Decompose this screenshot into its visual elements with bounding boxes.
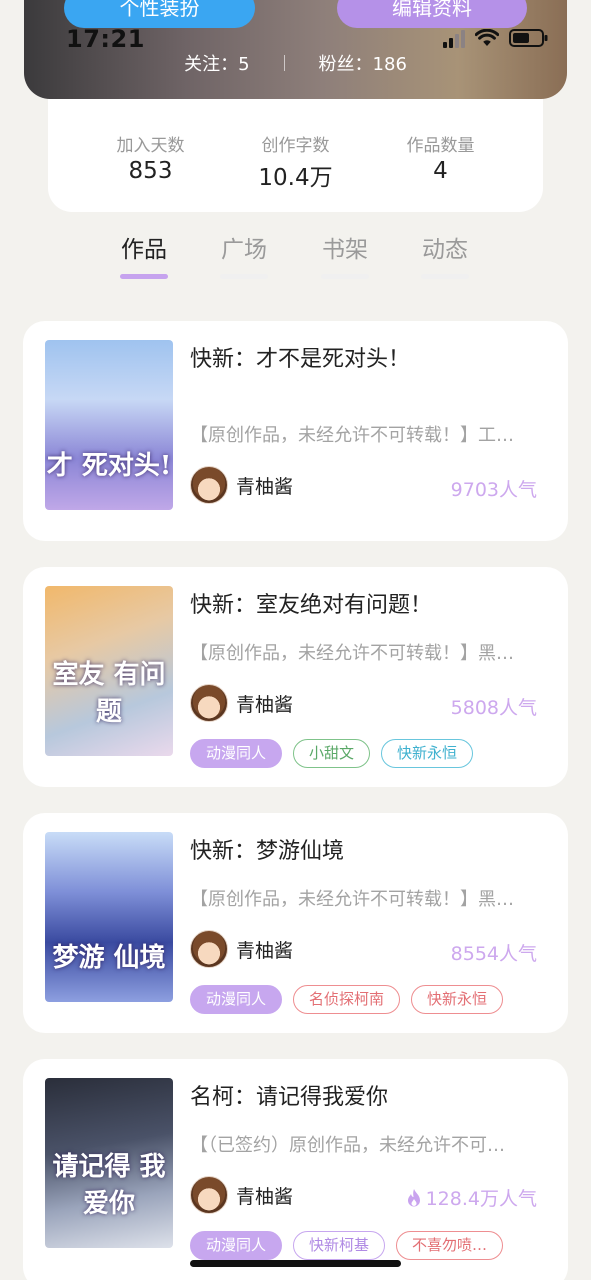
home-indicator [190,1260,401,1267]
avatar [190,930,228,968]
tag-list: 动漫同人 小甜文 快新永恒 [190,739,474,768]
wifi-icon [475,29,499,46]
flame-icon [407,1188,420,1206]
tab-indicator [421,274,469,279]
dress-up-button[interactable]: 个性装扮 [64,0,255,28]
popularity-count: 9703人气 [451,475,537,502]
work-description: 【原创作品，未经允许不可转载！】工… [190,425,514,446]
tab-activity[interactable]: 动态 [415,230,475,279]
tag[interactable]: 不喜勿喷… [396,1231,504,1260]
stat-join-days: 加入天数 853 [86,99,216,212]
popularity-value: 8554人气 [450,943,537,965]
tag[interactable]: 快新柯基 [293,1231,386,1260]
popularity-value: 128.4万人气 [425,1188,537,1210]
cover-title-art: 室友 有问题 [52,660,166,727]
stat-value: 10.4万 [258,165,333,191]
stat-value: 4 [433,158,448,184]
tag-list: 动漫同人 名侦探柯南 快新永恒 [190,985,504,1014]
author-name: 青柚酱 [236,475,294,498]
work-author[interactable]: 青柚酱 [190,466,293,504]
tab-label: 书架 [322,237,368,263]
work-author[interactable]: 青柚酱 [190,930,293,968]
author-name: 青柚酱 [236,693,294,716]
popularity-count: 128.4万人气 [406,1184,537,1211]
avatar [190,684,228,722]
cover-title-art: 请记得 我爱你 [52,1152,166,1219]
work-title[interactable]: 名柯：请记得我爱你 [190,1079,388,1111]
work-card[interactable]: 室友 有问题 快新：室友绝对有问题！ 【原创作品，未经允许不可转载！】黑… 青柚… [23,567,568,787]
tag[interactable]: 快新永恒 [411,985,504,1014]
work-title[interactable]: 快新：才不是死对头！ [190,341,410,373]
stat-label: 创作字数 [261,136,330,156]
work-card[interactable]: 才 死对头! 快新：才不是死对头！ 【原创作品，未经允许不可转载！】工… 青柚酱… [23,321,568,541]
cover-title-art: 梦游 仙境 [52,943,166,973]
divider [283,55,285,71]
work-card[interactable]: 请记得 我爱你 名柯：请记得我爱你 【（已签约）原创作品，未经允许不可… 青柚酱… [23,1059,568,1280]
work-title[interactable]: 快新：室友绝对有问题！ [190,587,432,619]
tab-indicator [321,274,369,279]
tab-indicator [220,274,268,279]
tag[interactable]: 小甜文 [293,739,371,768]
popularity-value: 5808人气 [450,697,537,719]
work-card[interactable]: 梦游 仙境 快新：梦游仙境 【原创作品，未经允许不可转载！】黑… 青柚酱 855… [23,813,568,1033]
author-name: 青柚酱 [236,1185,294,1208]
tag-list: 动漫同人 快新柯基 不喜勿喷… [190,1231,504,1260]
follow-stats: 关注：5 粉丝：186 [24,50,567,76]
stat-works-count: 作品数量 4 [376,99,506,212]
tab-label: 广场 [221,237,267,263]
battery-icon [509,29,548,47]
signal-icon [443,28,465,48]
following-value: 5 [238,54,250,75]
stat-label: 加入天数 [116,136,185,156]
fans-count[interactable]: 粉丝：186 [319,50,407,76]
tab-plaza[interactable]: 广场 [214,230,274,279]
tab-label: 动态 [422,237,468,263]
popularity-count: 8554人气 [451,939,537,966]
fans-value: 186 [372,54,407,75]
tag[interactable]: 名侦探柯南 [293,985,401,1014]
work-description: 【（已签约）原创作品，未经允许不可… [190,1135,505,1156]
avatar [190,466,228,504]
tab-bookshelf[interactable]: 书架 [315,230,375,279]
book-cover[interactable]: 才 死对头! [45,340,173,510]
tag[interactable]: 动漫同人 [190,1231,283,1260]
profile-banner: 个性装扮 编辑资料 17:21 关注：5 粉丝：186 [24,0,567,99]
popularity-count: 5808人气 [451,693,537,720]
following-count[interactable]: 关注：5 [184,50,249,76]
book-cover[interactable]: 请记得 我爱你 [45,1078,173,1248]
tab-label: 作品 [121,237,167,263]
book-cover[interactable]: 室友 有问题 [45,586,173,756]
profile-tabs: 作品 广场 书架 动态 [0,230,591,280]
author-name: 青柚酱 [236,939,294,962]
book-cover[interactable]: 梦游 仙境 [45,832,173,1002]
tag[interactable]: 快新永恒 [381,739,474,768]
popularity-value: 9703人气 [450,479,537,501]
work-title[interactable]: 快新：梦游仙境 [190,833,344,865]
tab-indicator [120,274,168,279]
avatar [190,1176,228,1214]
stat-value: 853 [128,158,173,184]
work-description: 【原创作品，未经允许不可转载！】黑… [190,889,514,910]
work-author[interactable]: 青柚酱 [190,1176,293,1214]
stat-label: 作品数量 [406,136,475,156]
work-author[interactable]: 青柚酱 [190,684,293,722]
tag[interactable]: 动漫同人 [190,739,283,768]
work-description: 【原创作品，未经允许不可转载！】黑… [190,643,514,664]
status-icons [443,28,549,48]
stat-word-count: 创作字数 10.4万 [231,99,361,212]
tab-works[interactable]: 作品 [114,230,174,279]
cover-title-art: 才 死对头! [46,451,172,481]
status-time: 17:21 [66,25,145,53]
following-label: 关注： [184,54,239,75]
tag[interactable]: 动漫同人 [190,985,283,1014]
profile-stats-card: 加入天数 853 创作字数 10.4万 作品数量 4 [48,99,543,212]
edit-profile-button[interactable]: 编辑资料 [337,0,527,28]
fans-label: 粉丝： [318,54,373,75]
